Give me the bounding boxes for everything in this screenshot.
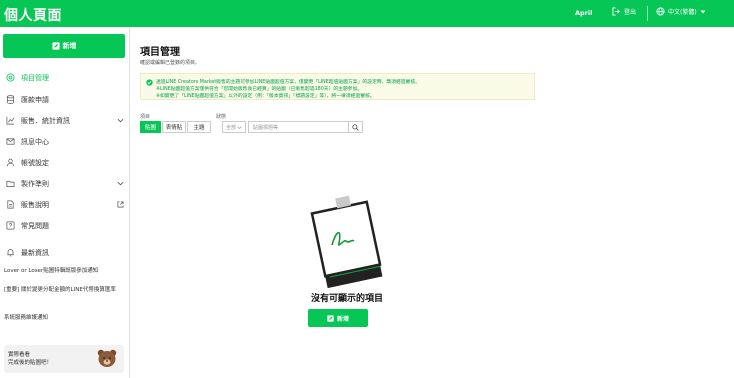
language-selector[interactable]: 中文(繁體) [656,7,706,16]
chart-icon [6,116,15,125]
mail-icon [6,138,15,145]
header-divider [647,6,648,21]
sidebar-item-project-management[interactable]: 項目管理 [0,67,130,87]
chevron-down-icon [117,118,124,123]
empty-state-message: 沒有可顯示的項目 [310,294,383,304]
promo-line-2: 完成後的貼圖吧！ [8,360,53,366]
sidebar-item-label: 最新資訊 [21,249,49,257]
alert-line-3: ※如變更了「LINE貼圖超值方案」以外的設定（例：「版本資訊」「標題設定」等），… [156,94,375,99]
news-link-exchange-rate[interactable]: [重要] 關於變更分配金額的LINE代幣換算匯率 [4,286,128,295]
alert-line-2: ※LINE貼圖超值方案僅供符合「您開始販售後已經算」的貼圖（已販售超過180天）… [156,87,363,92]
type-tab-emoji[interactable]: 表情貼 [162,121,186,133]
page-header-title: 個人頁面 [4,8,62,24]
status-select[interactable]: 全部 [222,121,246,133]
sidebar-new-button[interactable]: 新增 [3,34,125,58]
type-tab-stickers[interactable]: 貼圖 [140,121,161,133]
bear-icon [97,349,117,367]
sidebar-item-messages[interactable]: 訊息中心 [0,131,130,151]
status-filter-label: 狀態 [216,114,227,120]
main-content: 項目管理 確認或編輯已登錄的項目。 透過LINE Creators Market… [130,27,734,378]
sidebar-item-label: 帳號設定 [21,159,49,167]
chevron-down-icon [237,126,242,129]
sidebar-item-account-settings[interactable]: 帳號設定 [0,152,130,172]
promo-line-1: 實際看看 [8,352,31,358]
folder-icon [6,180,15,188]
search-button[interactable] [349,121,363,133]
logout-button[interactable]: 登出 [612,7,636,16]
user-name[interactable]: April [575,9,592,17]
empty-sticker-illustration [310,195,383,289]
news-link-lover-or-loser[interactable]: Lover or Loser貼圖特輯既版參加通知 [4,267,128,276]
search-placeholder: 貼圖標題等 [253,124,279,131]
news-link-maintenance[interactable]: 系統服務維護通知 [4,314,128,323]
sidebar-item-guidelines[interactable]: 製作準則 [0,173,130,193]
sidebar-item-sales-stats[interactable]: 販售．統計資訊 [0,110,130,130]
sidebar-item-remittance[interactable]: 匯款申請 [0,89,130,109]
type-tab-themes[interactable]: 主題 [187,121,211,133]
chevron-down-icon [117,181,124,186]
search-input[interactable]: 貼圖標題等 [248,121,349,133]
edit-icon [327,314,334,322]
type-filter-label: 項目 [140,114,151,120]
page-subtitle: 確認或編輯已登錄的項目。 [140,60,201,66]
sidebar-item-label: 常見問題 [21,222,49,230]
logout-label: 登出 [624,9,637,16]
status-select-value: 全部 [226,124,237,131]
external-link-icon [117,201,124,208]
document-icon [7,200,14,209]
info-alert: 透過LINE Creators Market販售的主題可參加LINE貼圖超值方案… [140,73,535,100]
database-icon [6,95,15,104]
sidebar-new-label: 新增 [62,42,77,50]
sidebar-item-label: 販售．統計資訊 [21,117,70,125]
edit-icon [51,42,60,50]
top-bar: 個人頁面 April 登出 中文(繁體) [0,0,734,27]
sidebar-item-sales-guide[interactable]: 販售說明 [0,194,130,214]
search-icon [352,123,359,131]
sidebar: 新增 項目管理 匯款申請 販售．統計資訊 訊息中心 帳號設定 製作準則 販售說明… [0,27,130,378]
empty-state-new-label: 新增 [336,315,349,323]
caret-down-icon [700,10,706,13]
logout-icon [612,7,620,16]
empty-state-new-button[interactable]: 新增 [308,309,368,327]
sidebar-item-label: 匯款申請 [21,96,49,104]
page-title: 項目管理 [140,47,180,58]
sidebar-item-label: 製作準則 [21,180,49,188]
check-circle-icon [146,79,153,86]
sidebar-item-label: 販售說明 [21,201,49,209]
bell-icon [7,249,14,257]
alert-line-1: 透過LINE Creators Market販售的主題可參加LINE貼圖超值方案… [156,80,420,85]
question-icon [6,221,15,230]
target-icon [6,73,15,82]
sidebar-item-label: 項目管理 [21,74,49,82]
sidebar-item-faq[interactable]: 常見問題 [0,215,130,235]
sidebar-item-news[interactable]: 最新資訊 [0,242,130,262]
preview-promo-banner[interactable]: 實際看看 完成後的貼圖吧！ [4,345,124,373]
user-icon [6,158,15,167]
sidebar-item-label: 訊息中心 [21,138,49,146]
globe-icon [656,7,665,16]
language-label: 中文(繁體) [668,9,697,16]
